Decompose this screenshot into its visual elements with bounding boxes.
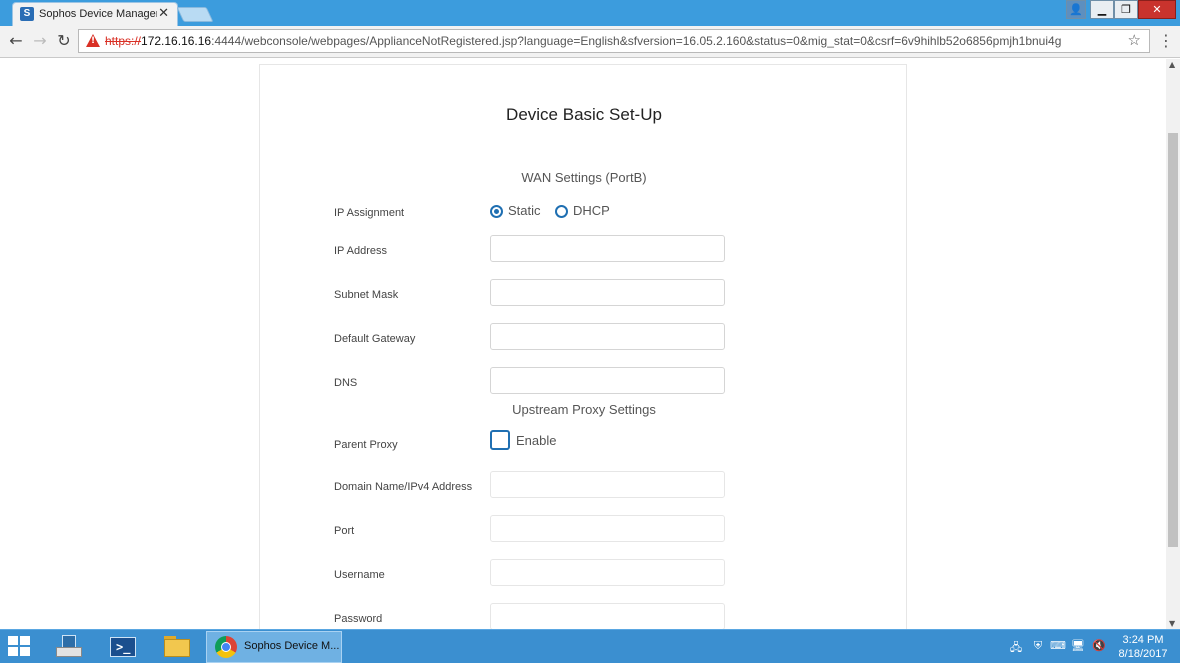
- powershell-icon[interactable]: >_: [102, 633, 142, 661]
- network-tray-icon[interactable]: 🖧: [1008, 639, 1024, 654]
- scroll-up-arrow-icon[interactable]: ▲: [1169, 60, 1175, 69]
- url-path: :4444/webconsole/webpages/ApplianceNotRe…: [211, 34, 1062, 48]
- taskbar-clock[interactable]: 3:24 PM 8/18/2017: [1112, 633, 1174, 661]
- dns-input[interactable]: [490, 367, 725, 394]
- ip-address-label: IP Address: [334, 245, 387, 257]
- clock-date: 8/18/2017: [1118, 648, 1168, 660]
- chrome-icon: [215, 636, 237, 658]
- url-scheme: https://: [105, 34, 142, 48]
- tab-title: Sophos Device Managem: [39, 8, 157, 20]
- restore-button[interactable]: ❐: [1114, 0, 1138, 19]
- server-manager-icon[interactable]: [50, 633, 90, 661]
- url-text: https://172.16.16.16:4444/webconsole/web…: [105, 34, 1061, 48]
- ip-assignment-label: IP Assignment: [334, 207, 405, 219]
- url-host: 172.16.16.16: [141, 34, 212, 48]
- scroll-thumb[interactable]: [1168, 133, 1178, 547]
- volume-muted-tray-icon[interactable]: 🔇: [1091, 639, 1107, 653]
- subnet-mask-input[interactable]: [490, 279, 725, 306]
- wan-settings-heading: WAN Settings (PortB): [521, 170, 647, 185]
- clock-time: 3:24 PM: [1122, 634, 1164, 646]
- default-gateway-input[interactable]: [490, 323, 725, 350]
- windows-start-icon[interactable]: [8, 636, 32, 658]
- ip-address-input[interactable]: [490, 235, 725, 262]
- username-input[interactable]: [490, 559, 725, 586]
- port-label: Port: [334, 525, 355, 537]
- parent-proxy-enable-checkbox[interactable]: [490, 430, 510, 450]
- username-label: Username: [334, 569, 385, 581]
- browser-titlebar: S Sophos Device Managem ✕ 👤 ▁ ❐ ✕: [0, 0, 1180, 26]
- domain-name-input[interactable]: [490, 471, 725, 498]
- display-tray-icon[interactable]: 🖥: [1070, 639, 1086, 653]
- setup-form-card: Device Basic Set-Up WAN Settings (PortB)…: [259, 64, 907, 629]
- close-window-button[interactable]: ✕: [1138, 0, 1176, 19]
- reload-icon[interactable]: ↻: [54, 31, 74, 51]
- static-radio[interactable]: Static: [490, 203, 550, 220]
- tab-close-icon[interactable]: ✕: [158, 6, 169, 21]
- dhcp-radio-label: DHCP: [573, 203, 610, 218]
- password-label: Password: [334, 613, 383, 625]
- default-gateway-label: Default Gateway: [334, 333, 416, 345]
- not-secure-warning-icon[interactable]: [86, 34, 100, 47]
- browser-menu-icon[interactable]: ⋮: [1158, 31, 1174, 50]
- domain-name-label: Domain Name/IPv4 Address: [334, 481, 473, 493]
- sophos-favicon-icon: S: [20, 7, 34, 21]
- upstream-proxy-heading: Upstream Proxy Settings: [512, 402, 656, 417]
- parent-proxy-label: Parent Proxy: [334, 439, 398, 451]
- page-scrollbar[interactable]: ▲ ▼: [1166, 59, 1180, 629]
- user-profile-icon[interactable]: 👤: [1066, 0, 1086, 19]
- address-bar[interactable]: https://172.16.16.16:4444/webconsole/web…: [78, 29, 1150, 53]
- parent-proxy-enable-label: Enable: [516, 433, 557, 448]
- minimize-button[interactable]: ▁: [1090, 0, 1114, 19]
- static-radio-label: Static: [508, 203, 541, 218]
- subnet-mask-label: Subnet Mask: [334, 289, 399, 301]
- windows-taskbar: >_ Sophos Device M... 🖧 ⛨ ⌨ 🖥 🔇 3:24 PM …: [0, 629, 1180, 663]
- taskbar-chrome-label: Sophos Device M...: [244, 640, 340, 652]
- forward-arrow-icon[interactable]: →: [30, 31, 50, 51]
- port-input[interactable]: [490, 515, 725, 542]
- bookmark-star-icon[interactable]: ☆: [1128, 31, 1141, 49]
- page-viewport: Device Basic Set-Up WAN Settings (PortB)…: [0, 59, 1166, 629]
- taskbar-chrome-button[interactable]: Sophos Device M...: [206, 631, 342, 663]
- new-tab-button[interactable]: [176, 7, 214, 22]
- keyboard-tray-icon[interactable]: ⌨: [1050, 639, 1066, 653]
- browser-tab[interactable]: S Sophos Device Managem ✕: [12, 2, 178, 26]
- browser-toolbar: ← → ↻ https://172.16.16.16:4444/webconso…: [0, 26, 1180, 58]
- password-input[interactable]: [490, 603, 725, 629]
- back-arrow-icon[interactable]: ←: [6, 31, 26, 51]
- dhcp-radio-button[interactable]: [555, 205, 568, 218]
- static-radio-button[interactable]: [490, 205, 503, 218]
- page-title: Device Basic Set-Up: [506, 105, 662, 124]
- file-explorer-icon[interactable]: [156, 633, 196, 661]
- security-tray-icon[interactable]: ⛨: [1030, 639, 1046, 653]
- dns-label: DNS: [334, 377, 358, 389]
- dhcp-radio[interactable]: DHCP: [555, 203, 615, 220]
- scroll-down-arrow-icon[interactable]: ▼: [1169, 619, 1175, 628]
